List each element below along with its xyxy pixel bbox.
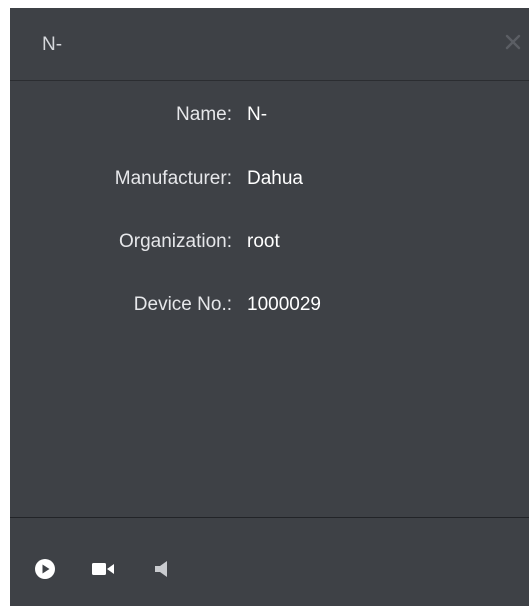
detail-label: Device No.:	[133, 294, 232, 315]
detail-value: 1000029	[247, 294, 321, 315]
popup-toolbar	[10, 517, 529, 607]
camera-icon[interactable]	[90, 558, 116, 580]
detail-value: N-	[247, 104, 268, 125]
popup-header: N-	[10, 8, 529, 81]
detail-label: Manufacturer:	[114, 168, 232, 189]
detail-row-device-no: Device No.: 1000029	[10, 290, 529, 320]
detail-label: Name:	[176, 104, 232, 125]
popup-title: N-	[42, 34, 63, 55]
detail-row-organization: Organization: root	[10, 227, 529, 257]
detail-row-manufacturer: Manufacturer: Dahua	[10, 164, 529, 194]
detail-value: Dahua	[247, 168, 303, 189]
device-info-popup: N- Name: N- Manufacturer: Dahua Organiza…	[10, 8, 529, 606]
detail-row-name: Name: N-	[10, 100, 529, 130]
detail-value: root	[247, 231, 280, 252]
play-icon[interactable]	[34, 558, 56, 580]
detail-label: Organization:	[118, 231, 232, 252]
close-icon[interactable]	[501, 30, 525, 54]
speaker-icon[interactable]	[152, 558, 176, 580]
